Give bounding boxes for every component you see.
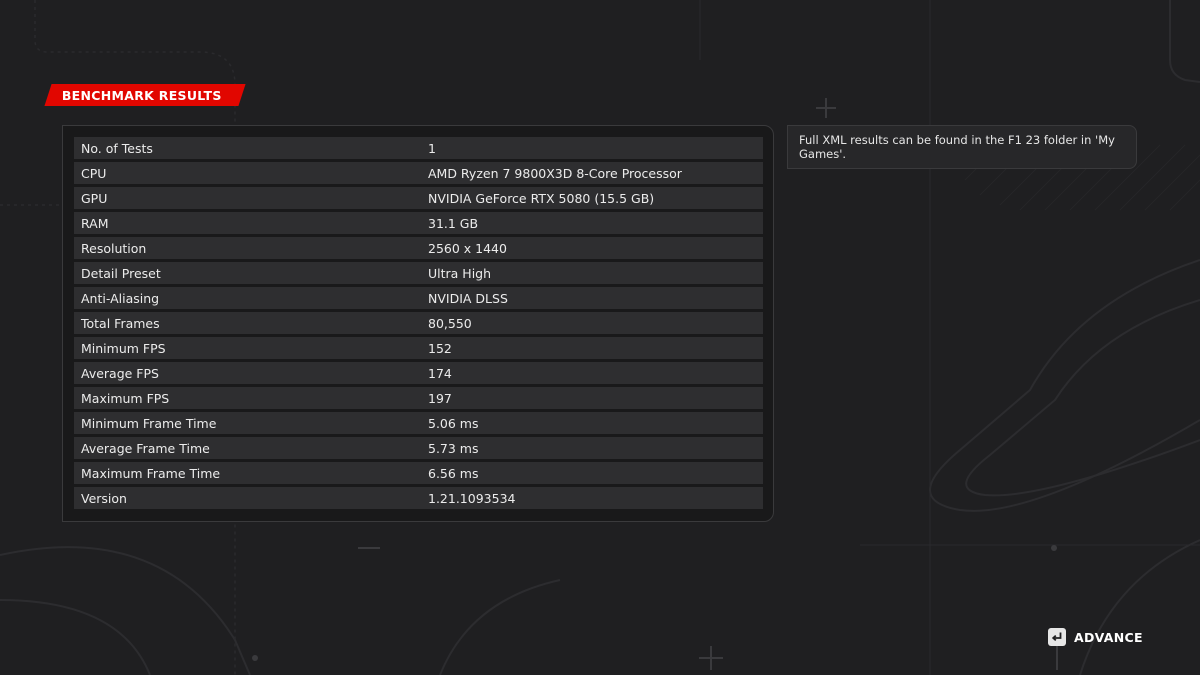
row-value: 1 <box>428 140 436 156</box>
row-value: AMD Ryzen 7 9800X3D 8-Core Processor <box>428 165 682 181</box>
row-value: 2560 x 1440 <box>428 240 507 256</box>
row-value: Ultra High <box>428 265 492 281</box>
table-row: Maximum Frame Time 6.56 ms <box>74 462 763 484</box>
row-label: Minimum FPS <box>81 340 166 356</box>
row-value: 5.06 ms <box>428 415 479 431</box>
row-label: No. of Tests <box>81 140 153 156</box>
table-row: Minimum FPS 152 <box>74 337 763 359</box>
advance-button[interactable]: ADVANCE <box>1048 626 1143 648</box>
results-panel: No. of Tests 1 CPU AMD Ryzen 7 9800X3D 8-Co… <box>62 125 774 522</box>
row-value: NVIDIA DLSS <box>428 290 508 306</box>
row-label: Detail Preset <box>81 265 161 281</box>
xml-results-note: Full XML results can be found in the F1 … <box>787 125 1137 169</box>
row-label: Total Frames <box>81 315 160 331</box>
table-row: Total Frames 80,550 <box>74 312 763 334</box>
xml-results-note-text: Full XML results can be found in the F1 … <box>799 133 1115 161</box>
row-label: Average FPS <box>81 365 159 381</box>
row-value: 197 <box>428 390 452 406</box>
table-row: GPU NVIDIA GeForce RTX 5080 (15.5 GB) <box>74 187 763 209</box>
row-value: 5.73 ms <box>428 440 479 456</box>
table-row: Average Frame Time 5.73 ms <box>74 437 763 459</box>
advance-label: ADVANCE <box>1074 629 1143 645</box>
table-row: Version 1.21.1093534 <box>74 487 763 509</box>
table-row: No. of Tests 1 <box>74 137 763 159</box>
row-label: Version <box>81 490 127 506</box>
table-row: RAM 31.1 GB <box>74 212 763 234</box>
row-value: 80,550 <box>428 315 472 331</box>
row-label: Maximum Frame Time <box>81 465 221 481</box>
row-label: GPU <box>81 190 108 206</box>
table-row: Maximum FPS 197 <box>74 387 763 409</box>
benchmark-results-title-badge: BENCHMARK RESULTS <box>44 84 246 106</box>
row-label: Maximum FPS <box>81 390 170 406</box>
table-row: Anti-Aliasing NVIDIA DLSS <box>74 287 763 309</box>
row-label: RAM <box>81 215 109 231</box>
row-value: NVIDIA GeForce RTX 5080 (15.5 GB) <box>428 190 655 206</box>
table-row: Minimum Frame Time 5.06 ms <box>74 412 763 434</box>
row-value: 31.1 GB <box>428 215 479 231</box>
table-row: Average FPS 174 <box>74 362 763 384</box>
row-label: Average Frame Time <box>81 440 210 456</box>
row-value: 6.56 ms <box>428 465 479 481</box>
table-row: Resolution 2560 x 1440 <box>74 237 763 259</box>
page-title: BENCHMARK RESULTS <box>62 87 222 103</box>
row-label: Resolution <box>81 240 147 256</box>
row-label: Anti-Aliasing <box>81 290 160 306</box>
row-value: 1.21.1093534 <box>428 490 516 506</box>
enter-key-icon <box>1048 628 1066 646</box>
row-value: 152 <box>428 340 452 356</box>
row-label: Minimum Frame Time <box>81 415 217 431</box>
row-label: CPU <box>81 165 107 181</box>
table-row: Detail Preset Ultra High <box>74 262 763 284</box>
results-table: No. of Tests 1 CPU AMD Ryzen 7 9800X3D 8-Co… <box>74 134 763 512</box>
row-value: 174 <box>428 365 452 381</box>
table-row: CPU AMD Ryzen 7 9800X3D 8-Core Processor <box>74 162 763 184</box>
